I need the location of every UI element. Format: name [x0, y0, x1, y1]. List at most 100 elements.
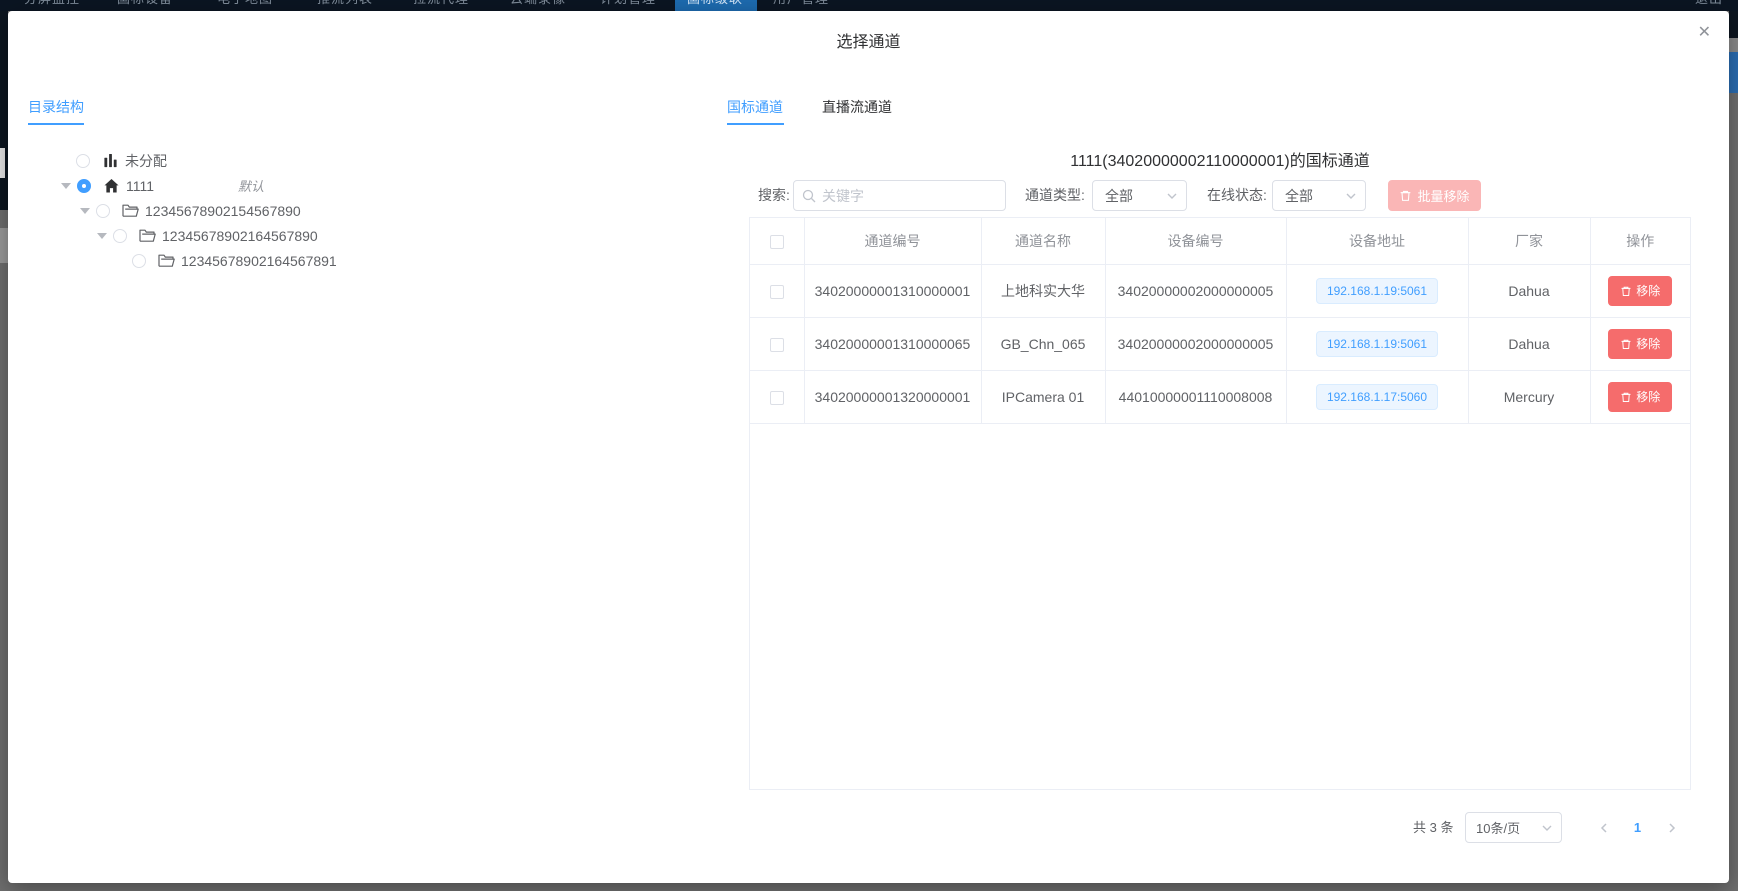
chevron-right-icon — [1666, 822, 1678, 834]
online-status-label: 在线状态: — [1207, 180, 1267, 211]
col-header-device-id: 设备编号 — [1105, 218, 1286, 264]
tree-node-folder[interactable]: 12345678902154567890 — [8, 198, 668, 223]
channel-type-label: 通道类型: — [1025, 180, 1085, 211]
nav-item[interactable]: 拉流代理 — [413, 0, 469, 11]
remove-button[interactable]: 移除 — [1608, 276, 1672, 306]
remove-label: 移除 — [1636, 282, 1660, 299]
chevron-down-icon — [1345, 190, 1357, 202]
search-input[interactable] — [822, 188, 997, 204]
nav-item[interactable]: 计划管理 — [600, 0, 656, 11]
online-status-select[interactable]: 全部 — [1272, 180, 1366, 211]
caret-down-icon[interactable] — [61, 183, 71, 189]
tree-node-label[interactable]: 12345678902164567891 — [181, 253, 337, 269]
remove-button[interactable]: 移除 — [1608, 329, 1672, 359]
section-title: 1111(34020000002110000001)的国标通道 — [749, 147, 1691, 171]
table-row: 34020000001310000001 上地科实大华 340200000020… — [750, 264, 1690, 317]
nav-item[interactable]: 推流列表 — [317, 0, 373, 11]
row-checkbox[interactable] — [770, 391, 784, 405]
tree-node-unassigned[interactable]: 未分配 — [8, 148, 668, 173]
trash-icon — [1620, 285, 1632, 297]
pagination-total: 共 3 条 — [1413, 812, 1453, 843]
channel-type-select[interactable]: 全部 — [1092, 180, 1187, 211]
dialog-title: 选择通道 — [8, 28, 1729, 52]
cell-channel-name: 上地科实大华 — [981, 264, 1105, 317]
channel-table: 通道编号 通道名称 设备编号 设备地址 厂家 操作 34020000001310… — [749, 217, 1691, 790]
select-value: 全部 — [1285, 186, 1313, 206]
cell-device-id: 34020000002000000005 — [1105, 264, 1286, 317]
select-channel-dialog: 选择通道 ✕ 目录结构 未分配 1111 默认 12345678 — [8, 11, 1729, 883]
row-checkbox[interactable] — [770, 285, 784, 299]
batch-remove-button[interactable]: 批量移除 — [1388, 180, 1481, 211]
home-icon — [103, 178, 120, 194]
trash-icon — [1620, 391, 1632, 403]
remove-label: 移除 — [1636, 335, 1660, 352]
next-page-button[interactable] — [1656, 812, 1687, 843]
tab-directory-structure[interactable]: 目录结构 — [28, 97, 84, 117]
active-tab-underline — [727, 123, 784, 125]
device-address-tag: 192.168.1.17:5060 — [1316, 384, 1438, 410]
col-header-action: 操作 — [1590, 218, 1690, 264]
nav-item-right[interactable]: 退出 — [1695, 0, 1723, 11]
folder-icon — [139, 228, 156, 244]
search-box[interactable] — [793, 180, 1006, 211]
tab-stream-channel[interactable]: 直播流通道 — [822, 97, 892, 117]
tree-node-1111[interactable]: 1111 默认 — [8, 173, 668, 198]
caret-down-icon[interactable] — [80, 208, 90, 214]
caret-down-icon[interactable] — [97, 233, 107, 239]
folder-icon — [122, 203, 139, 219]
directory-tree: 未分配 1111 默认 12345678902154567890 12 — [8, 148, 668, 273]
table-row: 34020000001310000065 GB_Chn_065 34020000… — [750, 317, 1690, 370]
remove-button[interactable]: 移除 — [1608, 382, 1672, 412]
tree-node-label[interactable]: 12345678902154567890 — [145, 203, 301, 219]
remove-label: 移除 — [1636, 388, 1660, 405]
batch-remove-label: 批量移除 — [1417, 186, 1469, 205]
close-icon[interactable]: ✕ — [1698, 23, 1711, 43]
org-bars-icon — [102, 153, 119, 169]
cell-vendor: Dahua — [1468, 264, 1590, 317]
background-right-strip — [1729, 0, 1738, 891]
cell-device-id: 44010000001110008008 — [1105, 370, 1286, 423]
select-all-checkbox[interactable] — [770, 235, 784, 249]
table-header-row: 通道编号 通道名称 设备编号 设备地址 厂家 操作 — [750, 218, 1690, 264]
col-header-channel-name: 通道名称 — [981, 218, 1105, 264]
page-number-current[interactable]: 1 — [1622, 812, 1653, 843]
nav-item[interactable]: 分屏监控 — [24, 0, 80, 11]
radio-unchecked[interactable] — [76, 154, 90, 168]
search-icon — [802, 189, 816, 203]
chevron-down-icon — [1166, 190, 1178, 202]
radio-checked[interactable] — [77, 179, 91, 193]
device-address-tag: 192.168.1.19:5061 — [1316, 278, 1438, 304]
cell-device-id: 34020000002000000005 — [1105, 317, 1286, 370]
cell-channel-name: GB_Chn_065 — [981, 317, 1105, 370]
nav-item[interactable]: 云端录像 — [510, 0, 566, 11]
page-size-select[interactable]: 10条/页 — [1465, 812, 1562, 843]
cell-channel-id: 34020000001320000001 — [804, 370, 981, 423]
radio-unchecked[interactable] — [113, 229, 127, 243]
active-tab-underline — [28, 123, 84, 125]
cell-channel-id: 34020000001310000001 — [804, 264, 981, 317]
radio-unchecked[interactable] — [96, 204, 110, 218]
cell-vendor: Mercury — [1468, 370, 1590, 423]
tree-node-label[interactable]: 12345678902164567890 — [162, 228, 318, 244]
prev-page-button[interactable] — [1588, 812, 1619, 843]
nav-item[interactable]: 国标设备 — [117, 0, 173, 11]
background-fragment — [0, 228, 8, 263]
nav-item[interactable]: 用户管理 — [773, 0, 829, 11]
table-row: 34020000001320000001 IPCamera 01 4401000… — [750, 370, 1690, 423]
search-label: 搜索: — [758, 180, 790, 211]
row-checkbox[interactable] — [770, 338, 784, 352]
nav-item[interactable]: 电子地图 — [217, 0, 273, 11]
chevron-left-icon — [1598, 822, 1610, 834]
tree-node-label[interactable]: 未分配 — [125, 151, 167, 171]
col-header-device-address: 设备地址 — [1286, 218, 1468, 264]
nav-item-active[interactable]: 国标级联 — [687, 0, 743, 11]
cell-channel-name: IPCamera 01 — [981, 370, 1105, 423]
trash-icon — [1620, 338, 1632, 350]
background-fragment — [1729, 38, 1738, 52]
radio-unchecked[interactable] — [132, 254, 146, 268]
tree-node-folder[interactable]: 12345678902164567891 — [8, 248, 668, 273]
tree-node-folder[interactable]: 12345678902164567890 — [8, 223, 668, 248]
tab-gb-channel[interactable]: 国标通道 — [727, 97, 783, 117]
default-badge: 默认 — [238, 176, 264, 195]
tree-node-label[interactable]: 1111 — [126, 178, 154, 194]
